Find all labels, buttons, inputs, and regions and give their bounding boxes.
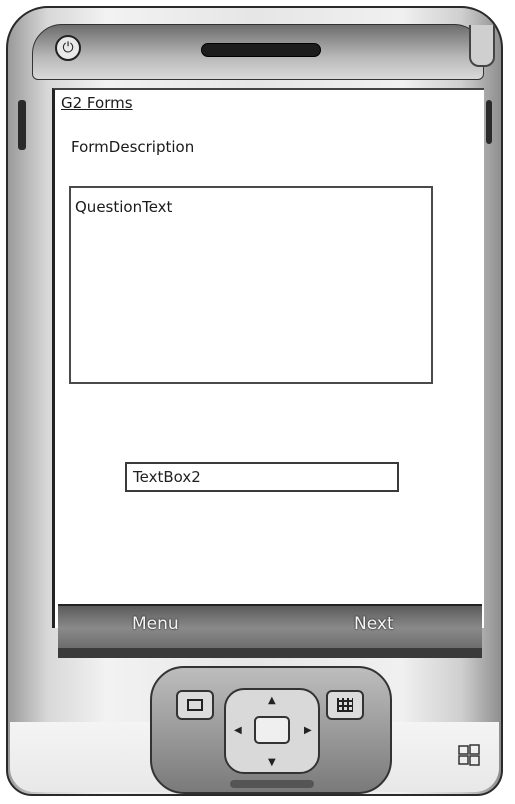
form-description: FormDescription xyxy=(71,138,195,156)
question-box: QuestionText xyxy=(69,186,433,384)
arrow-left-icon: ◀ xyxy=(234,725,242,736)
dpad-center-button[interactable] xyxy=(254,716,290,744)
power-button[interactable]: ⏻ xyxy=(55,35,81,61)
menu-softkey[interactable]: Menu xyxy=(132,614,179,634)
arrow-right-icon: ▶ xyxy=(304,725,312,736)
stylus-slot xyxy=(469,25,495,67)
screen: G2 Forms FormDescription QuestionText Te… xyxy=(52,88,484,628)
window-icon xyxy=(187,699,203,711)
app-title: G2 Forms xyxy=(61,94,133,112)
windows-logo-icon xyxy=(458,744,480,766)
answer-textbox[interactable]: TextBox2 xyxy=(125,462,399,492)
right-softkey-hardware-button[interactable] xyxy=(326,690,364,720)
side-button-right[interactable] xyxy=(486,100,492,144)
question-text: QuestionText xyxy=(75,198,173,216)
grid-icon xyxy=(337,698,353,712)
next-softkey[interactable]: Next xyxy=(354,614,394,634)
screen-bottom-edge xyxy=(58,648,482,658)
speaker-grille xyxy=(201,43,321,57)
arrow-down-icon: ▼ xyxy=(268,757,276,768)
arrow-up-icon: ▲ xyxy=(268,695,276,706)
top-bezel: ⏻ xyxy=(32,24,495,80)
bottom-slot xyxy=(230,780,314,788)
left-softkey-hardware-button[interactable] xyxy=(176,690,214,720)
power-icon: ⏻ xyxy=(62,40,74,56)
navigation-cluster: ▲ ▼ ◀ ▶ xyxy=(150,666,392,794)
softkey-bar: Menu Next xyxy=(58,604,482,650)
side-button-left[interactable] xyxy=(18,100,26,150)
dpad[interactable]: ▲ ▼ ◀ ▶ xyxy=(224,688,320,774)
